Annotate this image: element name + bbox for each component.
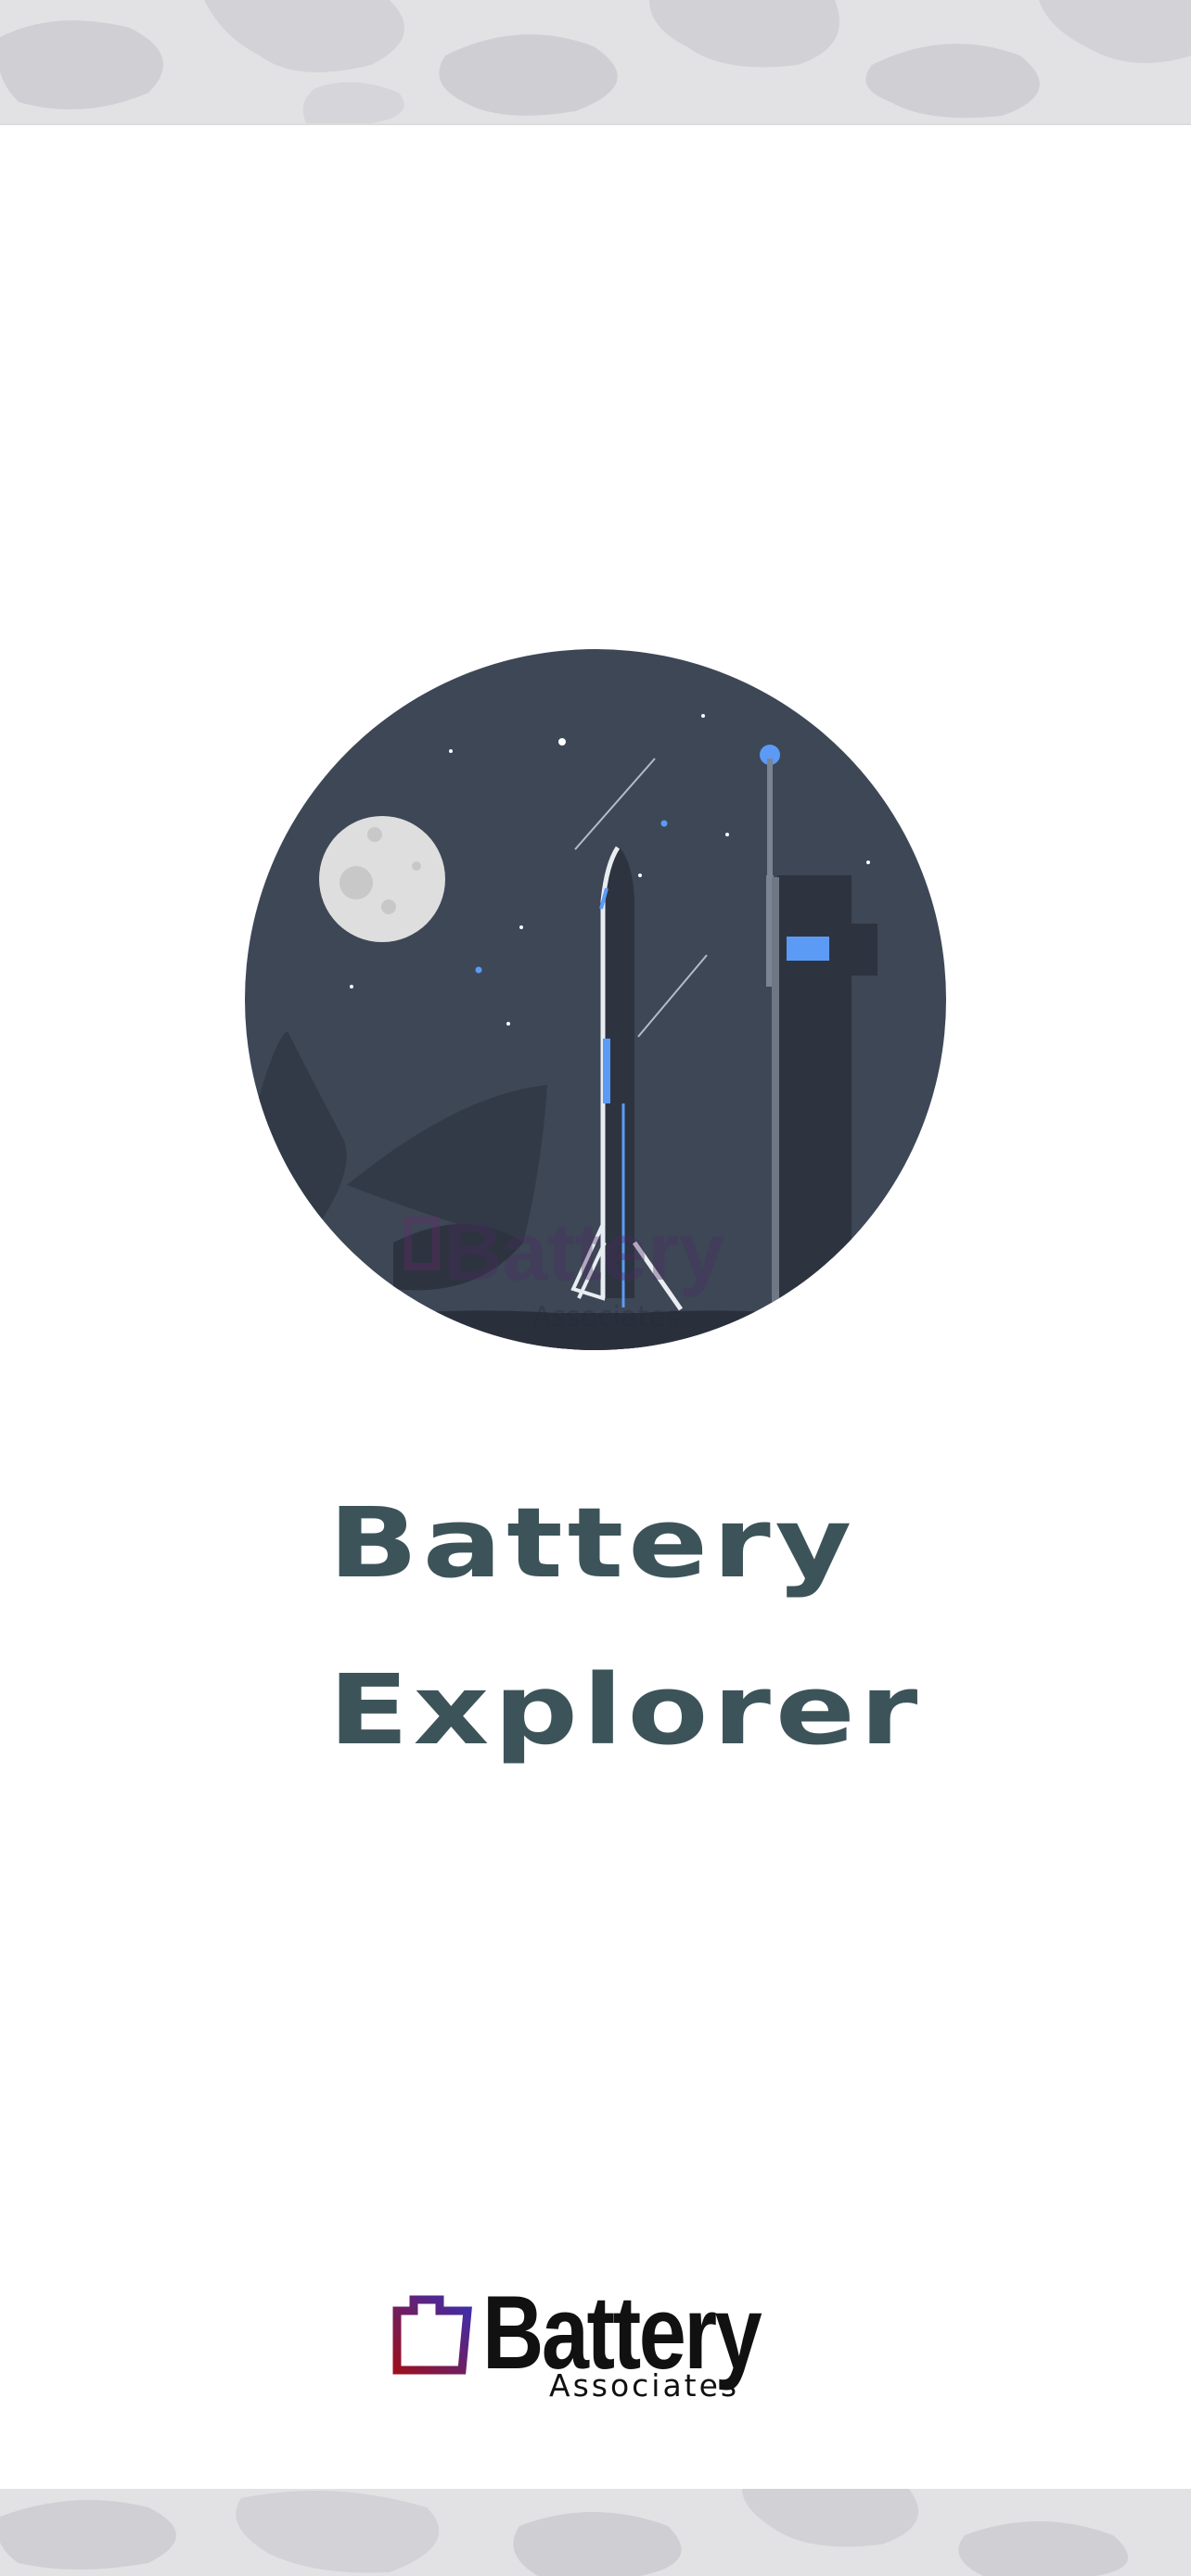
moon-icon	[319, 816, 445, 942]
svg-text:Associates: Associates	[532, 1301, 680, 1333]
app-title-line-2: Explorer	[328, 1653, 923, 1766]
brand-tagline: Associates	[549, 2367, 740, 2404]
battery-associates-logo-mark	[392, 2295, 472, 2375]
camo-pattern	[0, 2489, 1191, 2576]
app-title-line-1: Battery	[328, 1486, 857, 1600]
rocket-launchpad-night-scene-icon: Battery Associates	[245, 649, 946, 1350]
bottom-camo-banner	[0, 2489, 1191, 2576]
svg-text:Battery: Battery	[443, 1205, 724, 1297]
hero-illustration: Battery Associates	[245, 649, 946, 1350]
top-camo-banner	[0, 0, 1191, 125]
brand-logo: Battery Associates	[388, 2281, 796, 2407]
camo-pattern	[0, 0, 1191, 123]
